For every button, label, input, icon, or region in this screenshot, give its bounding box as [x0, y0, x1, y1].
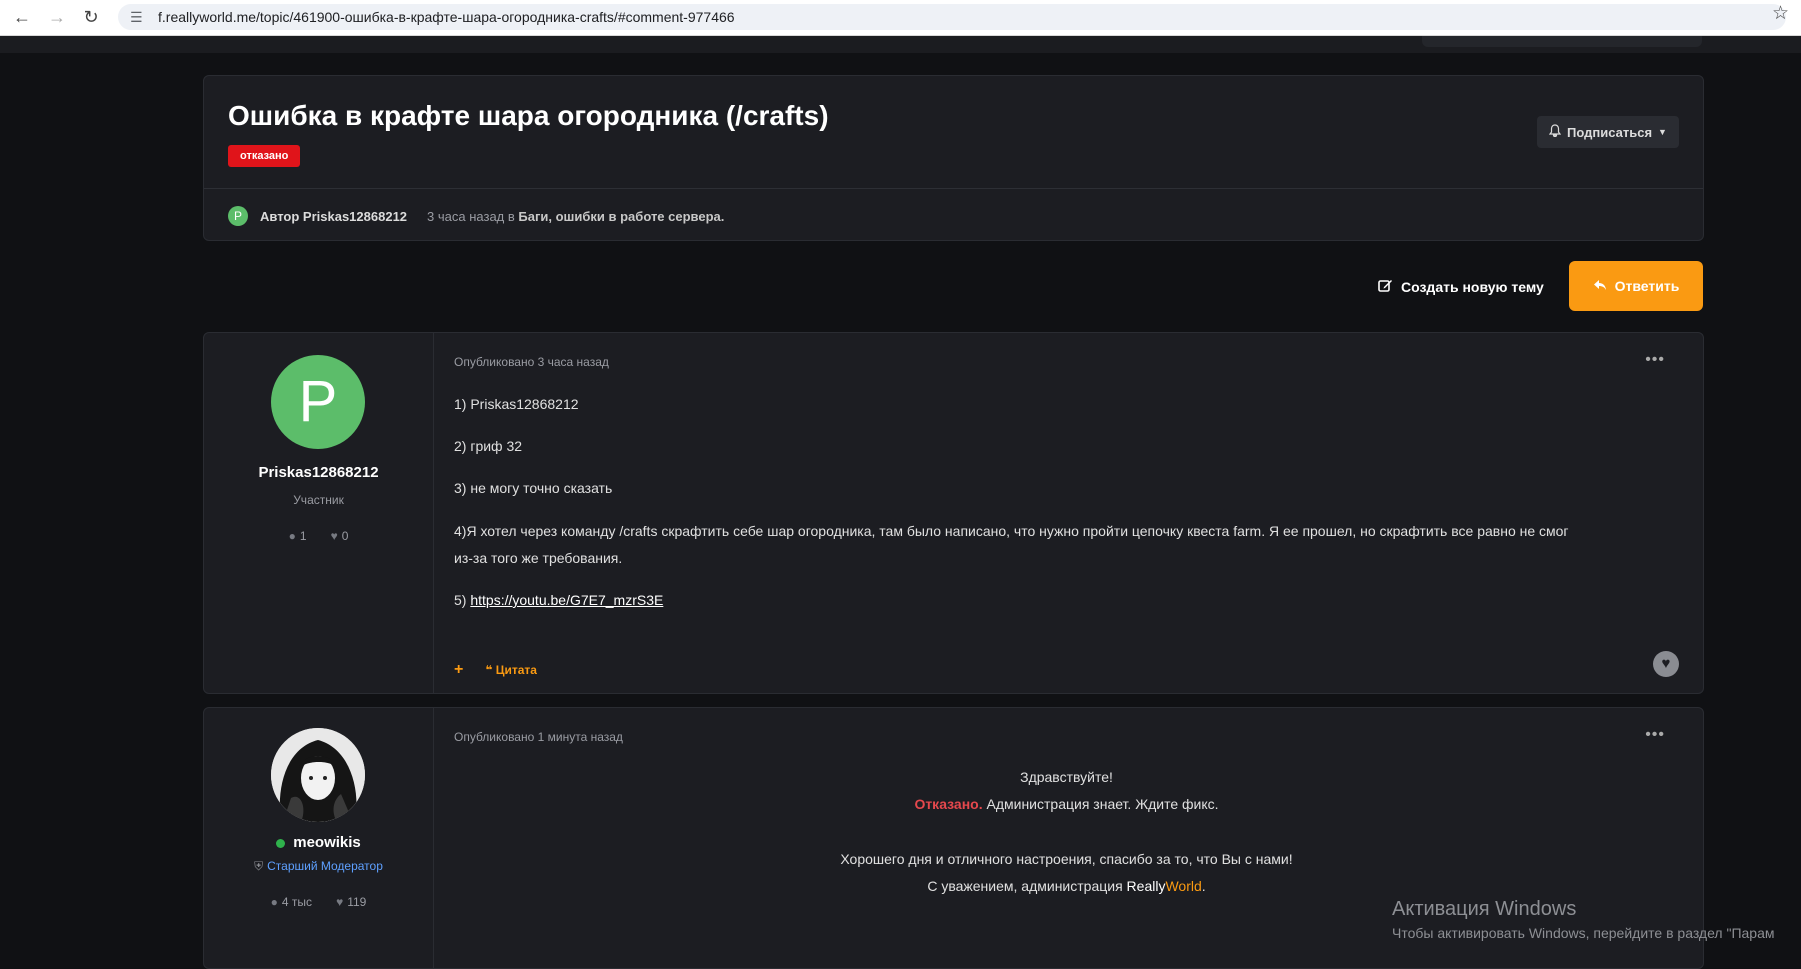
post-actions: + ❝ Цитата: [454, 661, 537, 679]
watermark-text: Чтобы активировать Windows, перейдите в …: [1392, 925, 1775, 941]
heart-icon: ♥: [336, 895, 344, 909]
reputation-count: ♥ 0: [330, 529, 349, 543]
more-options-icon[interactable]: •••: [1645, 351, 1665, 369]
denied-text: Администрация знает. Ждите фикс.: [986, 796, 1219, 812]
post-author-role: Участник: [293, 493, 344, 507]
forward-icon[interactable]: →: [47, 7, 67, 27]
post-author-stats: ● 1 ♥ 0: [204, 529, 433, 543]
post-text-line: 4)Я хотел через команду /crafts скрафтит…: [454, 523, 1569, 539]
topic-time: 3 часа назад в: [427, 208, 515, 224]
post-author-panel: meowikis ⛨ Старший Модератор ● 4 тыс ♥ 119: [204, 708, 434, 968]
quote-button[interactable]: ❝ Цитата: [485, 663, 537, 677]
heart-icon: ♥: [330, 529, 338, 543]
post-text-line: Здравствуйте!: [1020, 769, 1113, 785]
post-author-name[interactable]: Priskas12868212: [204, 464, 433, 481]
post-date: Опубликовано 1 минута назад: [454, 730, 623, 744]
post-text-line: Отказано. Администрация знает. Ждите фик…: [454, 790, 1679, 818]
post-text-line: 2) гриф 32: [454, 438, 523, 454]
caret-down-icon: ▼: [1658, 127, 1667, 137]
post-author-stats: ● 4 тыс ♥ 119: [204, 895, 433, 909]
video-link[interactable]: https://youtu.be/G7E7_mzrS3E: [470, 592, 663, 608]
quote-icon: ❝: [485, 663, 493, 677]
post-text-line: 3) не могу точно сказать: [454, 480, 613, 496]
new-topic-button[interactable]: Создать новую тему: [1378, 275, 1544, 299]
avatar[interactable]: P: [228, 206, 248, 226]
avatar[interactable]: P: [271, 355, 365, 449]
more-options-icon[interactable]: •••: [1645, 726, 1665, 744]
browser-toolbar: ← → ↻ ☰ f.reallyworld.me/topic/461900-ош…: [0, 0, 1801, 36]
quote-label: Цитата: [495, 663, 537, 677]
reputation-count: ♥ 119: [336, 895, 367, 909]
topic-header-card: Ошибка в крафте шара огородника (/crafts…: [203, 75, 1704, 241]
edit-icon: [1378, 278, 1393, 296]
multiquote-button[interactable]: +: [454, 661, 463, 679]
post-author-role: ⛨ Старший Модератор: [254, 859, 383, 873]
post-text-line: 1) Priskas12868212: [454, 396, 579, 412]
post-text-line: Хорошего дня и отличного настроения, спа…: [840, 851, 1293, 867]
site-settings-icon[interactable]: ☰: [130, 9, 146, 25]
site-header-strip: [0, 36, 1801, 53]
back-icon[interactable]: ←: [12, 7, 32, 27]
posts-count: ● 4 тыс: [270, 895, 313, 909]
reply-icon: [1593, 278, 1607, 294]
shield-icon: ⛨: [254, 859, 264, 873]
brand-world: World: [1165, 878, 1202, 894]
reply-label: Ответить: [1614, 278, 1680, 294]
new-topic-label: Создать новую тему: [1401, 279, 1544, 295]
post-text-line: из-за того же требования.: [454, 550, 623, 566]
brand-really: Really: [1126, 878, 1166, 894]
watermark-title: Активация Windows: [1392, 898, 1577, 920]
author-info: Автор Priskas12868212: [260, 209, 407, 224]
reply-button[interactable]: Ответить: [1569, 261, 1703, 311]
post-date: Опубликовано 3 часа назад: [454, 355, 609, 369]
bookmark-star-icon[interactable]: ☆: [1772, 2, 1789, 25]
reload-icon[interactable]: ↻: [81, 7, 101, 27]
topic-title: Ошибка в крафте шара огородника (/crafts…: [228, 100, 829, 131]
forum-link[interactable]: Баги, ошибки в работе сервера.: [518, 209, 724, 224]
divider: [204, 188, 1703, 189]
windows-activation-watermark: Активация Windows Чтобы активировать Win…: [1392, 898, 1775, 941]
denied-label: Отказано.: [914, 796, 983, 812]
author-label: Автор: [260, 208, 300, 224]
address-bar[interactable]: ☰ f.reallyworld.me/topic/461900-ошибка-в…: [118, 4, 1786, 30]
topic-author-row: P Автор Priskas12868212 3 часа назад в Б…: [228, 205, 724, 227]
comment-icon: ●: [270, 895, 278, 909]
online-status-icon: [276, 838, 286, 848]
status-badge: отказано: [228, 145, 301, 167]
url-text[interactable]: f.reallyworld.me/topic/461900-ошибка-в-к…: [158, 9, 735, 25]
post-link-line: 5) https://youtu.be/G7E7_mzrS3E: [454, 586, 663, 614]
post-signature: С уважением, администрация ReallyWorld.: [454, 872, 1679, 900]
topic-meta: 3 часа назад в Баги, ошибки в работе сер…: [427, 209, 724, 224]
avatar[interactable]: [271, 728, 365, 822]
signature-prefix: С уважением, администрация: [927, 878, 1123, 894]
like-heart-icon[interactable]: ♥: [1653, 651, 1679, 677]
author-link[interactable]: Priskas12868212: [303, 209, 407, 224]
post-body: Опубликовано 3 часа назад ••• 1) Priskas…: [454, 333, 1679, 693]
header-search-box[interactable]: [1422, 36, 1702, 47]
follow-label: Подписаться: [1567, 124, 1653, 140]
bell-icon: [1548, 124, 1562, 140]
link-prefix: 5): [454, 592, 467, 608]
follow-button[interactable]: Подписаться ▼: [1537, 116, 1679, 148]
post: P Priskas12868212 Участник ● 1 ♥ 0 Опублик…: [203, 332, 1704, 694]
post-author-panel: P Priskas12868212 Участник ● 1 ♥ 0: [204, 333, 434, 693]
signature-suffix: .: [1201, 878, 1206, 894]
comment-icon: ●: [288, 529, 296, 543]
posts-count: ● 1: [288, 529, 307, 543]
post-author-name[interactable]: meowikis: [204, 834, 433, 851]
